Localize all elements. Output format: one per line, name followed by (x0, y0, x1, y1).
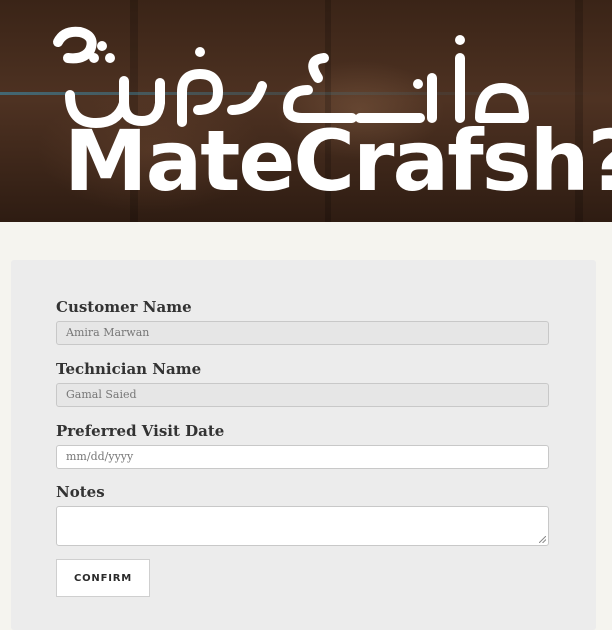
visit-date-input[interactable]: mm/dd/yyyy (56, 445, 549, 469)
customer-name-label: Customer Name (56, 298, 192, 316)
brand-logo: MateCrafsh? (53, 26, 612, 210)
technician-name-label: Technician Name (56, 360, 202, 378)
booking-form: Customer Name Amira Marwan Technician Na… (11, 260, 596, 630)
customer-name-field[interactable]: Amira Marwan (56, 321, 549, 345)
confirm-button[interactable]: CONFIRM (56, 559, 150, 597)
resize-handle-icon[interactable] (539, 536, 546, 543)
logo-latin-text: MateCrafsh? (64, 112, 612, 210)
arabic-logo-glyphs (53, 26, 529, 128)
hero-banner: MateCrafsh? (0, 0, 612, 222)
notes-textarea[interactable] (56, 506, 549, 546)
arabic-logo-dots (89, 35, 465, 89)
technician-name-field[interactable]: Gamal Saied (56, 383, 549, 407)
visit-date-label: Preferred Visit Date (56, 422, 225, 440)
notes-label: Notes (56, 483, 105, 501)
